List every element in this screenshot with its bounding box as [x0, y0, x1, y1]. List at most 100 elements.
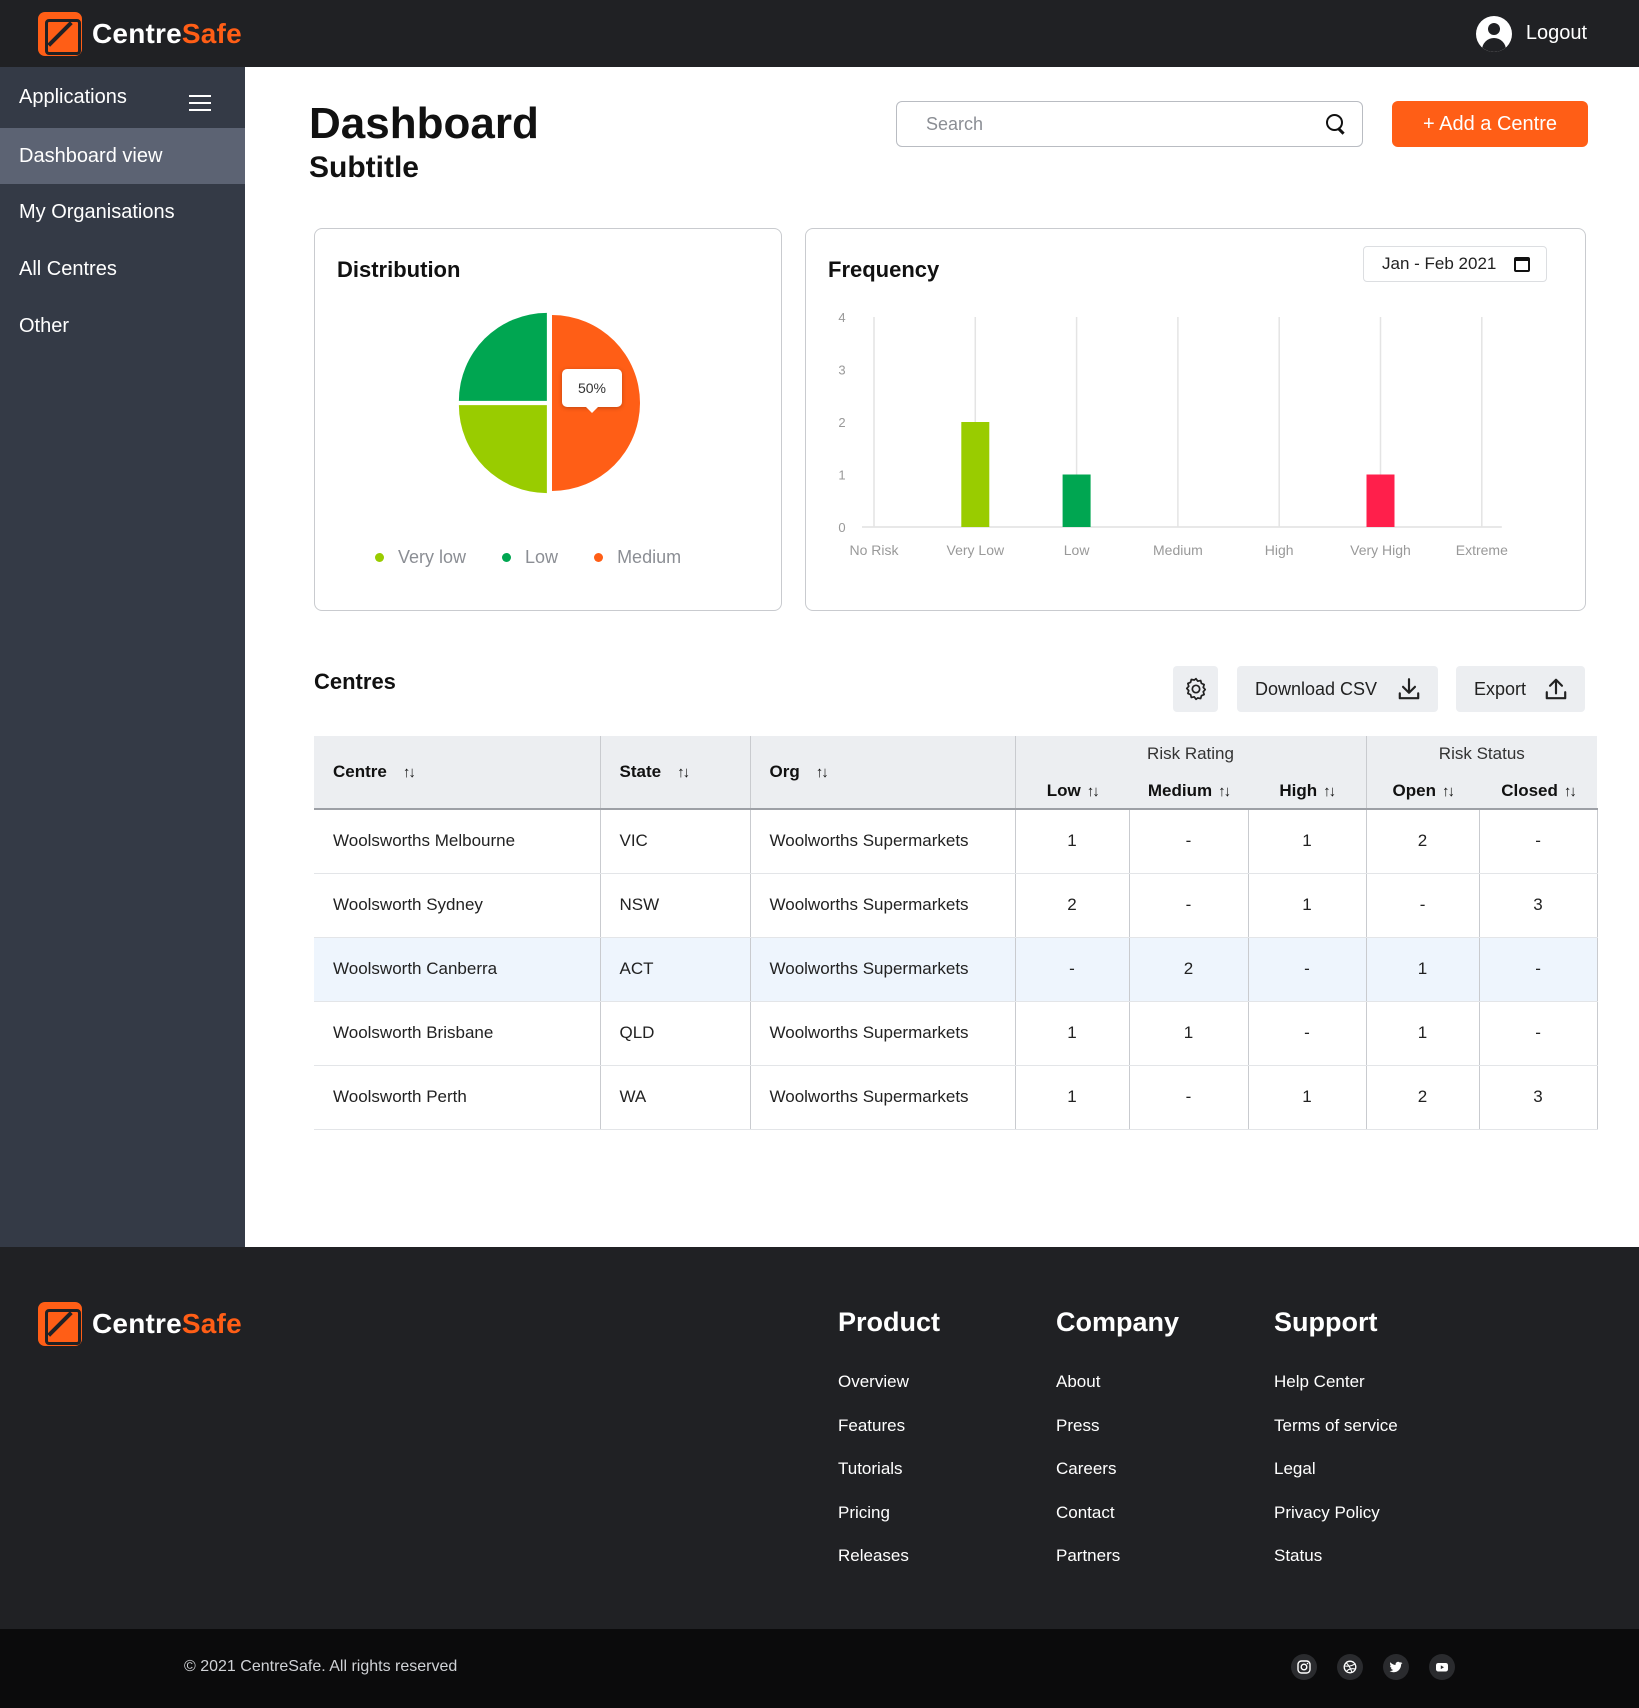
cell-high: 1 [1247, 809, 1367, 874]
table-row[interactable]: Woolsworths Melbourne VIC Woolworths Sup… [314, 809, 1598, 874]
download-csv-button[interactable]: Download CSV [1237, 666, 1438, 712]
export-button[interactable]: Export [1456, 666, 1585, 712]
col-header-org[interactable]: Org ↑↓ [749, 736, 1015, 810]
col-header-closed[interactable]: Closed ↑↓ [1479, 772, 1598, 810]
table-settings-button[interactable] [1173, 666, 1218, 712]
brand-logo[interactable]: CentreSafe [38, 11, 242, 56]
sidebar-title: Applications [19, 86, 127, 108]
sidebar-item-label: Other [19, 315, 70, 337]
social-links [1291, 1654, 1455, 1680]
col-header-state[interactable]: State ↑↓ [599, 736, 750, 810]
footer-link[interactable]: Status [1274, 1546, 1398, 1590]
footer-link[interactable]: Partners [1056, 1546, 1179, 1590]
distribution-legend: Very low Low Medium [375, 547, 681, 568]
sort-icon[interactable]: ↑↓ [1564, 783, 1577, 800]
instagram-icon[interactable] [1291, 1654, 1317, 1680]
table-row[interactable]: Woolsworth Perth WA Woolworths Supermark… [314, 1065, 1598, 1130]
search-box [896, 101, 1363, 147]
sidebar-item-my-organisations[interactable]: My Organisations [0, 184, 245, 241]
col-header-centre[interactable]: Centre ↑↓ [314, 736, 600, 810]
pie-slice-very-low[interactable] [458, 405, 547, 494]
search-input[interactable] [926, 113, 1306, 135]
sort-icon[interactable]: ↑↓ [403, 764, 416, 781]
col-header-medium[interactable]: Medium ↑↓ [1129, 772, 1248, 810]
legend-item: Very low [375, 547, 466, 568]
sidebar-item-dashboard-view[interactable]: Dashboard view [0, 128, 245, 184]
pie-slice-low[interactable] [458, 312, 547, 401]
sort-icon[interactable]: ↑↓ [677, 764, 690, 781]
dribbble-icon[interactable] [1337, 1654, 1363, 1680]
cell-state: WA [599, 1065, 750, 1130]
cell-centre: Woolsworths Melbourne [314, 809, 600, 874]
footer-column-title: Company [1056, 1307, 1180, 1337]
cell-medium: - [1128, 809, 1248, 874]
bar-low[interactable] [1062, 474, 1091, 528]
centres-table: Centre ↑↓ State ↑↓ Org ↑↓ Risk Rating Risk … [314, 736, 1598, 1130]
x-tick-label: No Risk [849, 542, 899, 558]
bar-very-high[interactable] [1366, 474, 1395, 528]
footer-link[interactable]: Releases [838, 1546, 940, 1590]
y-tick-label: 3 [838, 363, 845, 378]
col-header-low[interactable]: Low ↑↓ [1014, 772, 1129, 810]
footer-link[interactable]: Pricing [838, 1503, 940, 1547]
sort-icon[interactable]: ↑↓ [1218, 783, 1231, 800]
footer-link[interactable]: Overview [838, 1372, 940, 1416]
col-group-risk-status: Risk Status [1365, 736, 1598, 772]
download-csv-label: Download CSV [1255, 678, 1378, 699]
y-tick-label: 0 [838, 520, 845, 535]
footer-link[interactable]: Terms of service [1274, 1416, 1398, 1460]
col-group-risk-rating: Risk Rating [1014, 736, 1367, 772]
y-tick-label: 1 [838, 468, 845, 483]
footer-link[interactable]: Features [838, 1416, 940, 1460]
logout-label: Logout [1525, 22, 1587, 44]
sort-icon[interactable]: ↑↓ [1323, 783, 1336, 800]
sidebar: Applications Dashboard view My Organisat… [0, 67, 245, 1247]
cell-state: NSW [599, 873, 750, 938]
legend-dot-low [502, 553, 512, 562]
sidebar-item-all-centres[interactable]: All Centres [0, 241, 245, 298]
search-icon[interactable] [1326, 114, 1346, 134]
sidebar-header: Applications [0, 67, 245, 128]
legend-item: Medium [594, 547, 681, 568]
col-header-open[interactable]: Open ↑↓ [1365, 772, 1480, 810]
table-row[interactable]: Woolsworth Sydney NSW Woolworths Superma… [314, 873, 1598, 938]
youtube-icon[interactable] [1429, 1654, 1455, 1680]
footer-link[interactable]: Help Center [1274, 1372, 1398, 1416]
cell-centre: Woolsworth Brisbane [314, 1001, 600, 1066]
add-centre-button[interactable]: + Add a Centre [1392, 101, 1588, 147]
footer-logo[interactable]: CentreSafe [38, 1302, 242, 1346]
cell-closed: - [1478, 809, 1598, 874]
frequency-bar-chart: 0 1 2 3 4 No Risk Very Low Low Medium High Very Hi… [838, 310, 1508, 558]
footer-link[interactable]: Tutorials [838, 1459, 940, 1503]
distribution-card: Distribution 50% Very low Low Medium [314, 228, 782, 611]
footer-link[interactable]: Legal [1274, 1459, 1398, 1503]
sort-icon[interactable]: ↑↓ [816, 764, 829, 781]
sort-icon[interactable]: ↑↓ [1087, 783, 1100, 800]
export-label: Export [1474, 678, 1527, 699]
footer-link[interactable]: Privacy Policy [1274, 1503, 1398, 1547]
logout-button[interactable]: Logout [1475, 15, 1587, 52]
twitter-icon[interactable] [1383, 1654, 1409, 1680]
bar-very-low[interactable] [961, 422, 990, 527]
cell-high: - [1247, 1001, 1367, 1066]
sidebar-item-other[interactable]: Other [0, 298, 245, 355]
footer-link[interactable]: Contact [1056, 1503, 1179, 1547]
table-row[interactable]: Woolsworth Canberra ACT Woolworths Super… [314, 937, 1598, 1002]
cell-org: Woolworths Supermarkets [749, 937, 1015, 1002]
col-header-high[interactable]: High ↑↓ [1248, 772, 1367, 810]
cell-medium: - [1128, 873, 1248, 938]
cell-org: Woolworths Supermarkets [749, 873, 1015, 938]
cell-high: - [1247, 937, 1367, 1002]
x-tick-label: Low [1064, 542, 1091, 558]
x-tick-label: Very High [1350, 542, 1411, 558]
hamburger-icon[interactable] [189, 94, 211, 111]
footer-link[interactable]: Careers [1056, 1459, 1179, 1503]
footer-link[interactable]: Press [1056, 1416, 1179, 1460]
cell-org: Woolworths Supermarkets [749, 1001, 1015, 1066]
x-tick-label: High [1265, 542, 1294, 558]
footer-link[interactable]: About [1056, 1372, 1179, 1416]
footer-column-title: Support [1274, 1307, 1378, 1337]
table-row[interactable]: Woolsworth Brisbane QLD Woolworths Super… [314, 1001, 1598, 1066]
sort-icon[interactable]: ↑↓ [1442, 783, 1455, 800]
x-tick-label: Extreme [1456, 542, 1508, 558]
